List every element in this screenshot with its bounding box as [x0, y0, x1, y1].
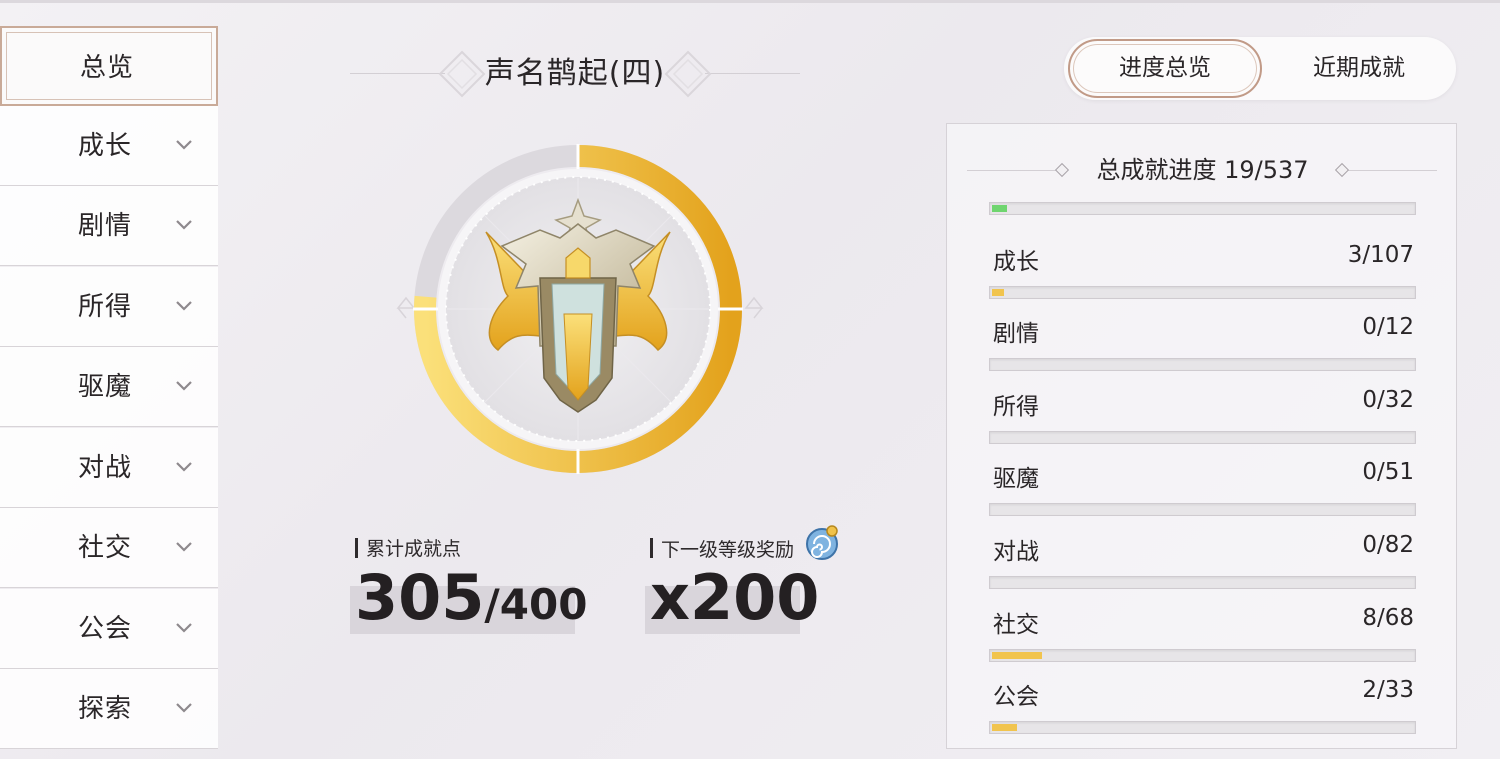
category-count: 0/32 — [1362, 387, 1414, 413]
category-progress-bar — [989, 721, 1416, 734]
category-label: 社交 — [993, 612, 1039, 638]
category-count: 0/12 — [1362, 314, 1414, 340]
points-label: 累计成就点 — [366, 538, 462, 560]
sidebar-item-label: 对战 — [78, 453, 133, 483]
sidebar-item-label: 公会 — [78, 614, 133, 644]
category-sidebar: 总览 成长 剧情 所得 驱魔 对战 社交 公会 探索 — [0, 26, 218, 749]
left-arrow-ornament — [396, 296, 416, 319]
category-label: 对战 — [993, 539, 1039, 565]
category-progress-bar — [989, 503, 1416, 516]
tab-label: 近期成就 — [1313, 55, 1405, 81]
category-count: 0/82 — [1362, 532, 1414, 558]
chevron-down-icon — [176, 542, 192, 552]
category-label: 剧情 — [993, 321, 1039, 347]
caption-bar — [355, 537, 358, 558]
chevron-down-icon — [176, 381, 192, 391]
reward-label: 下一级等级奖励 — [661, 538, 795, 561]
category-progress-bar — [989, 286, 1416, 299]
achievement-rank-header: 声名鹊起(四) — [350, 44, 800, 104]
points-current: 305 — [355, 561, 485, 634]
spiral-shell-icon — [806, 525, 839, 560]
category-progress-bar — [989, 431, 1416, 444]
category-progress-bar — [989, 576, 1416, 589]
chevron-down-icon — [176, 301, 192, 311]
chevron-down-icon — [176, 220, 192, 230]
chevron-down-icon — [176, 462, 192, 472]
sidebar-item-exorcism[interactable]: 驱魔 — [0, 347, 218, 427]
sidebar-item-story[interactable]: 剧情 — [0, 186, 218, 266]
next-level-reward-stat: 下一级等级奖励 x200 — [645, 525, 880, 638]
category-progress-bar — [989, 649, 1416, 662]
chevron-down-icon — [176, 623, 192, 633]
total-progress-bar — [989, 202, 1416, 215]
sidebar-item-label: 总览 — [80, 53, 135, 83]
achievement-points-stat: 累计成就点 305/400 — [350, 534, 588, 638]
sidebar-item-label: 剧情 — [78, 211, 133, 241]
progress-fill — [992, 652, 1042, 659]
sidebar-item-explore[interactable]: 探索 — [0, 669, 218, 749]
progress-fill — [992, 724, 1018, 731]
sidebar-item-guild[interactable]: 公会 — [0, 589, 218, 669]
sidebar-item-label: 成长 — [78, 131, 133, 161]
total-progress-title: 总成就进度 19/537 — [1096, 156, 1309, 184]
sidebar-item-social[interactable]: 社交 — [0, 508, 218, 588]
category-label: 成长 — [993, 249, 1039, 275]
category-count: 2/33 — [1362, 677, 1414, 703]
sidebar-item-label: 驱魔 — [78, 372, 133, 402]
sidebar-item-overview[interactable]: 总览 — [0, 26, 218, 106]
progress-panel: 总成就进度 19/537 成长 3/107 剧情 0/12 所得 0/32 驱魔… — [946, 123, 1457, 749]
sidebar-item-label: 社交 — [78, 533, 133, 563]
category-count: 3/107 — [1347, 242, 1414, 268]
category-label: 驱魔 — [993, 466, 1039, 492]
achievement-emblem — [396, 144, 764, 474]
category-count: 8/68 — [1362, 605, 1414, 631]
sidebar-item-battle[interactable]: 对战 — [0, 428, 218, 508]
chevron-down-icon — [176, 140, 192, 150]
tab-progress-overview[interactable]: 进度总览 — [1068, 39, 1262, 98]
tab-recent-achievements[interactable]: 近期成就 — [1262, 37, 1456, 100]
right-arrow-ornament — [744, 296, 764, 319]
view-tabs: 进度总览 近期成就 — [1064, 37, 1456, 100]
top-border — [0, 0, 1500, 3]
category-count: 0/51 — [1362, 459, 1414, 485]
category-label: 公会 — [993, 684, 1039, 710]
progress-fill — [992, 205, 1007, 212]
sidebar-item-acquired[interactable]: 所得 — [0, 267, 218, 347]
chevron-down-icon — [176, 703, 192, 713]
category-label: 所得 — [993, 394, 1039, 420]
tab-label: 进度总览 — [1119, 55, 1211, 81]
sidebar-item-label: 探索 — [78, 694, 133, 724]
points-max: /400 — [484, 580, 588, 629]
sidebar-item-growth[interactable]: 成长 — [0, 106, 218, 186]
caption-bar — [650, 538, 653, 558]
reward-amount: x200 — [650, 561, 820, 634]
rank-title: 声名鹊起(四) — [484, 56, 666, 91]
sidebar-item-label: 所得 — [78, 292, 133, 322]
progress-fill — [992, 289, 1004, 296]
category-progress-bar — [989, 358, 1416, 371]
